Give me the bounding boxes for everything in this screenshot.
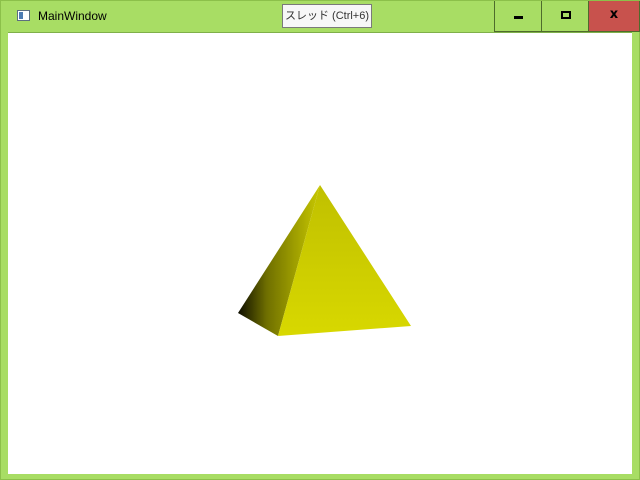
window-icon[interactable] [17,10,30,21]
thread-button[interactable]: スレッド (Ctrl+6) [282,4,372,28]
maximize-button[interactable] [541,1,589,32]
main-window: MainWindow スレッド (Ctrl+6) x [0,0,640,480]
close-icon: x [609,7,619,22]
minimize-button[interactable] [494,1,542,32]
title-bar[interactable]: MainWindow スレッド (Ctrl+6) x [1,1,640,32]
close-button[interactable]: x [588,1,640,32]
pyramid-model [238,185,411,336]
viewport-3d[interactable] [8,32,632,474]
minimize-icon [514,16,523,19]
window-title: MainWindow [38,9,107,23]
maximize-icon [561,11,571,19]
